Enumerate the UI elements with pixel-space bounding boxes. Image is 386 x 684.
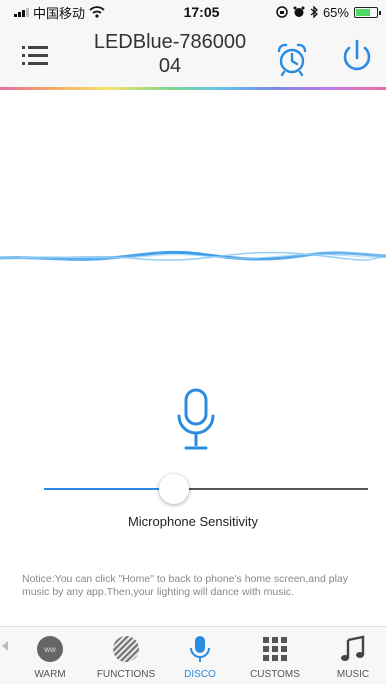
tab-customs[interactable]: CUSTOMS [240, 627, 310, 684]
music-note-icon [341, 635, 365, 661]
tab-music[interactable]: MUSIC [322, 627, 384, 684]
rainbow-divider [0, 87, 386, 90]
status-time: 17:05 [183, 4, 220, 20]
tab-customs-label: CUSTOMS [250, 669, 300, 680]
battery-icon [353, 6, 381, 18]
battery-fill [355, 8, 371, 16]
grid-icon [263, 637, 287, 661]
power-icon[interactable] [340, 38, 374, 76]
tab-functions-label: FUNCTIONS [96, 669, 156, 680]
sensitivity-slider[interactable] [44, 474, 368, 504]
battery-percent: 65% [322, 4, 349, 20]
tab-disco[interactable]: DISCO [170, 627, 230, 684]
header: LEDBlue-786000 04 [0, 24, 386, 90]
orientation-lock-icon [276, 6, 288, 18]
signal-icon [14, 7, 29, 17]
tab-disco-label: DISCO [184, 669, 216, 680]
tab-bar: ww WARM FUNCTIONS DISCO CUSTOMS MUSIC [0, 626, 386, 684]
alarm-clock-icon[interactable] [275, 42, 309, 76]
tab-warm-label: WARM [34, 669, 66, 680]
svg-text:ww: ww [43, 645, 56, 654]
scroll-left-arrow-icon[interactable] [2, 641, 8, 651]
status-left: 中国移动 [14, 3, 105, 22]
slider-thumb[interactable] [158, 474, 189, 504]
tab-warm[interactable]: ww WARM [18, 627, 82, 684]
menu-list-icon[interactable] [22, 46, 48, 66]
bluetooth-icon [310, 6, 318, 18]
slider-track-fill [44, 488, 174, 490]
title-line-2: 04 [158, 55, 182, 77]
carrier-label: 中国移动 [33, 5, 86, 21]
notice-text: Notice:You can click "Home" to back to p… [22, 573, 349, 598]
sensitivity-label: Microphone Sensitivity [127, 514, 259, 529]
wifi-icon [89, 6, 105, 18]
microphone-icon[interactable] [176, 388, 216, 452]
page-title: LEDBlue-786000 04 [70, 30, 270, 78]
tab-music-label: MUSIC [336, 669, 370, 680]
disco-microphone-icon [190, 636, 210, 662]
status-bar: 中国移动 17:05 65% [0, 0, 386, 24]
sound-wave [0, 250, 386, 261]
status-right: 65% [276, 4, 381, 20]
alarm-status-icon [293, 6, 305, 17]
warm-circle-icon: ww [37, 636, 63, 662]
functions-stripes-icon [113, 636, 139, 662]
tab-functions[interactable]: FUNCTIONS [88, 627, 164, 684]
title-line-1: LEDBlue-786000 [93, 31, 247, 53]
